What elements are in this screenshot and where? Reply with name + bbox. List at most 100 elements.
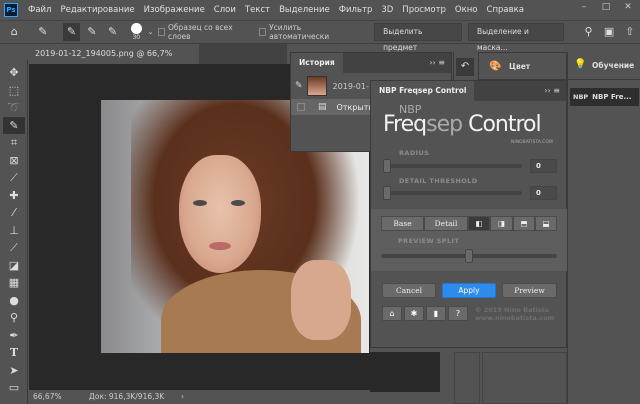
palette-icon: 🎨 [489,61,502,72]
menu-filter[interactable]: Фильтр [339,5,373,15]
menu-edit[interactable]: Редактирование [60,5,134,15]
detail-threshold-input[interactable]: 0 [530,186,557,200]
gear-icon[interactable]: ✱ [404,306,424,321]
brush-size-picker[interactable]: 30 [129,23,144,41]
preview-section: Base Detail ◧ ◨ ⬒ ⬓ PREVIEW SPLIT [371,209,567,271]
history-tab[interactable]: История [291,53,343,73]
sample-all-layers-checkbox[interactable] [157,28,166,36]
freqsep-tab[interactable]: NBP Freqsep Control [371,81,475,101]
nbp-freqsep-panel-button[interactable]: NBP NBP Fre... [570,88,639,106]
brush-tool-icon[interactable]: ⁄ [3,204,25,222]
website-link[interactable]: www.ninobatista.com [475,314,554,322]
menu-window[interactable]: Окно [455,5,478,15]
eraser-tool-icon[interactable]: ◪ [3,257,25,275]
detail-threshold-slider-handle[interactable] [383,186,391,200]
crop-tool-icon[interactable]: ⌗ [3,134,25,152]
history-step-label: Открыть [336,102,374,112]
history-source-checkbox[interactable] [297,103,305,111]
photoshop-logo: Ps [4,3,18,17]
maximize-button[interactable]: □ [597,2,615,16]
split-vertical-left-icon[interactable]: ◧ [468,216,490,231]
document-icon[interactable]: ▮ [426,306,446,321]
copyright-text: © 2019 Nino Batista [475,306,550,314]
panel-menu-icon[interactable]: ›› ≡ [544,86,560,95]
learn-panel-tab[interactable]: 💡 Обучение [568,52,640,80]
brush-size-value: 30 [132,34,141,41]
menu-image[interactable]: Изображение [144,5,205,15]
select-subject-button[interactable]: Выделить предмет [374,23,462,52]
select-and-mask-button[interactable]: Выделение и маска... [467,23,565,52]
radius-slider-handle[interactable] [383,159,391,173]
path-selection-tool-icon[interactable]: ➤ [3,362,25,380]
lasso-tool-icon[interactable]: ➰ [3,99,25,117]
menu-select[interactable]: Выделение [279,5,330,15]
preview-button[interactable]: Preview [502,283,557,298]
menu-layers[interactable]: Слои [214,5,236,15]
move-tool-icon[interactable]: ✥ [3,64,25,82]
freqsep-logo: NBP Freqsep Control NINOBATISTA.COM [381,103,561,153]
detail-threshold-label: DETAIL THRESHOLD [399,177,478,185]
document-tab[interactable]: 2019-01-12_194005.png @ 66,7% (RGB/8#) × [29,44,199,78]
marquee-tool-icon[interactable]: ⬚ [3,82,25,100]
home-icon[interactable]: ⌂ [6,23,23,41]
face-shape [179,155,261,273]
pen-tool-icon[interactable]: ✒ [3,327,25,345]
status-menu-arrow-icon[interactable]: › [181,390,184,404]
menu-view[interactable]: Просмотр [402,5,446,15]
menu-3d[interactable]: 3D [381,5,393,15]
blur-tool-icon[interactable]: ● [3,292,25,310]
zoom-level[interactable]: 66,67% [33,390,62,404]
help-icon[interactable]: ? [448,306,468,321]
menu-bar: Ps Файл Редактирование Изображение Слои … [0,0,640,20]
toolbar: ✥ ⬚ ➰ ✎ ⌗ ⊠ ⟋ ✚ ⁄ ⊥ ⟋ ◪ ▦ ● ⚲ ✒ T ➤ ▭ [0,60,28,404]
auto-enhance-checkbox[interactable] [258,28,267,36]
type-tool-icon[interactable]: T [3,344,25,362]
lips [209,242,231,250]
cancel-button[interactable]: Cancel [382,283,436,298]
preview-split-handle[interactable] [465,249,473,263]
new-selection-icon[interactable]: ✎ [63,23,80,41]
menu-help[interactable]: Справка [487,5,524,15]
subtract-selection-icon[interactable]: ✎ [104,23,121,41]
gradient-tool-icon[interactable]: ▦ [3,274,25,292]
eyedropper-tool-icon[interactable]: ⟋ [3,169,25,187]
menu-type[interactable]: Текст [245,5,270,15]
add-selection-icon[interactable]: ✎ [84,23,101,41]
history-brush-tool-icon[interactable]: ⟋ [3,239,25,257]
panel-menu-icon[interactable]: ›› ≡ [429,58,445,67]
chevron-down-icon[interactable]: ⌄ [148,28,154,36]
preview-split-label: PREVIEW SPLIT [398,237,460,245]
quick-selection-tool-icon[interactable]: ✎ [3,116,25,134]
clone-stamp-tool-icon[interactable]: ⊥ [3,222,25,240]
detail-threshold-slider[interactable] [385,191,522,195]
radius-label: RADIUS [399,149,430,157]
panel-slot [482,352,567,404]
home-icon[interactable]: ⌂ [382,306,402,321]
apply-button[interactable]: Apply [442,283,496,298]
brush-preview-icon [130,23,142,34]
base-button[interactable]: Base [381,216,424,231]
rectangle-tool-icon[interactable]: ▭ [3,379,25,397]
color-panel-title: Цвет [509,62,531,71]
search-icon[interactable]: ⚲ [580,23,597,41]
menu-file[interactable]: Файл [28,5,51,15]
split-vertical-right-icon[interactable]: ◨ [490,216,513,231]
close-window-button[interactable]: ✕ [619,2,637,16]
radius-input[interactable]: 0 [530,159,557,173]
detail-button[interactable]: Detail [424,216,468,231]
healing-brush-tool-icon[interactable]: ✚ [3,187,25,205]
footer-icon-group: ⌂ ✱ ▮ ? [382,306,470,321]
tool-preset-icon[interactable]: ✎ [35,23,52,41]
split-horizontal-bottom-icon[interactable]: ⬓ [535,216,557,231]
history-brush-source-icon[interactable]: ✎ [295,81,303,91]
color-panel-collapsed[interactable]: 🎨 Цвет [478,52,567,80]
dodge-tool-icon[interactable]: ⚲ [3,309,25,327]
minimize-button[interactable]: – [575,2,593,16]
split-horizontal-top-icon[interactable]: ⬒ [513,216,535,231]
history-panel-icon[interactable]: ↶ [456,58,474,76]
radius-slider[interactable] [385,164,522,168]
workspace-icon[interactable]: ▣ [601,23,618,41]
frame-tool-icon[interactable]: ⊠ [3,152,25,170]
eye-left [193,200,207,206]
share-icon[interactable]: ⇧ [621,23,638,41]
